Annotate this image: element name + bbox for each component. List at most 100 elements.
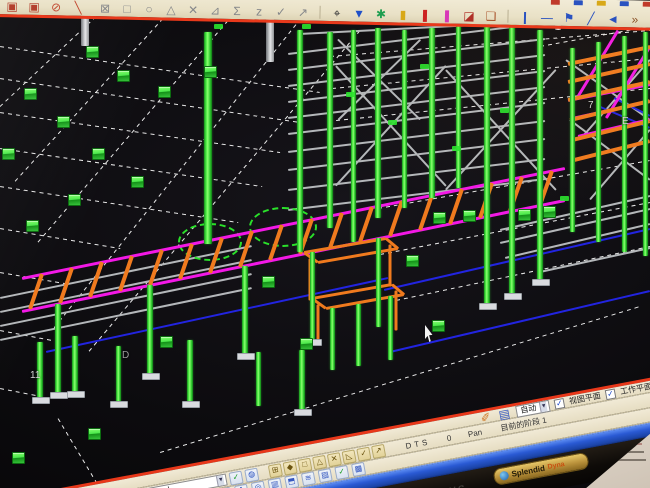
mask-icon[interactable]: ◪ [461,9,476,23]
footing-cube[interactable] [433,212,446,224]
orange-frame[interactable] [395,290,398,330]
check-icon[interactable]: ✓ [273,5,288,19]
snap-mid-icon[interactable]: □ [297,457,312,472]
footing-cube[interactable] [2,148,15,160]
flag-icon[interactable]: ⚑ [561,11,576,25]
footing-cube[interactable] [463,210,476,222]
footing-cube[interactable] [204,66,217,78]
green-column[interactable] [509,22,515,296]
select-hatch-icon[interactable]: ▨ [318,468,333,483]
footing-cube[interactable] [88,428,101,440]
green-column[interactable] [429,28,435,198]
green-column[interactable] [147,285,153,375]
green-column[interactable] [327,32,333,228]
select-ok-icon[interactable]: ✓ [334,465,349,480]
work-plane-checkbox[interactable]: ✓ [605,388,617,400]
snap-points-icon[interactable]: ⊞ [268,463,283,478]
green-column[interactable] [330,308,335,370]
orange-beam[interactable] [358,206,374,242]
orange-beam[interactable] [574,139,650,162]
green-column[interactable] [256,352,261,406]
footing-cube[interactable] [160,336,173,348]
footing-cube[interactable] [131,176,144,188]
chevron-down-icon[interactable]: ▾ [216,475,224,486]
green-column[interactable] [116,346,121,402]
snap-line-icon[interactable]: ✓ [356,446,371,461]
select-rebar-icon[interactable]: ◎ [251,481,266,488]
triangle-icon[interactable]: △ [163,3,178,17]
crossed-rect-icon[interactable]: ⊠ [97,1,112,15]
green-column[interactable] [310,252,315,341]
green-column[interactable] [356,304,361,366]
red-pin-icon[interactable]: ❚ [417,8,432,22]
green-column[interactable] [484,24,490,306]
zed-icon[interactable]: z [251,4,266,18]
footing-cube[interactable] [432,320,445,332]
footing-cube[interactable] [117,70,130,82]
footing-cube[interactable] [86,46,99,58]
binoculars-icon[interactable]: ⌖ [329,6,344,20]
ok-icon[interactable]: ✓ [228,470,243,485]
green-column[interactable] [402,30,407,208]
select-fill-icon[interactable]: ▩ [351,462,366,477]
snap-perp-icon[interactable]: ◺ [341,449,356,464]
green-column[interactable] [55,304,61,394]
green-column[interactable] [299,350,305,410]
circle-icon[interactable]: ○ [141,2,156,16]
orange-frame[interactable] [389,244,392,286]
footing-cube[interactable] [68,194,81,206]
arrow-ne-icon[interactable]: ↗ [295,5,310,19]
snap-intersect-icon[interactable]: ✕ [327,452,342,467]
green-column[interactable] [242,266,248,355]
footing-cube[interactable] [92,148,105,160]
footing-cube[interactable] [406,255,419,267]
magenta-pin-icon[interactable]: ❚ [439,8,454,22]
red-part2-icon[interactable]: ▣ [26,0,41,14]
pen-icon[interactable]: ✐ [477,409,494,426]
footing-cube[interactable] [300,338,313,350]
select-plane-icon[interactable]: ▥ [267,477,282,488]
red-circle-icon[interactable]: ⊘ [48,0,63,14]
view-plane-checkbox[interactable]: ✓ [554,398,566,410]
footing-cube[interactable] [518,209,531,221]
snap-end-icon[interactable]: △ [312,454,327,469]
green-column[interactable] [187,340,193,402]
footing-cube[interactable] [57,116,70,128]
dash-icon[interactable]: — [539,10,554,24]
snap-any-icon[interactable]: ↗ [371,443,386,458]
green-column[interactable] [204,32,212,244]
clip-plane-icon[interactable]: ▼ [351,6,366,20]
beam-icon[interactable]: ❙ [517,10,532,24]
footing-cube[interactable] [158,86,171,98]
green-column[interactable] [570,48,575,232]
yellow-note-icon[interactable]: ▮ [395,7,410,21]
gray-beam[interactable] [505,223,650,259]
blue-line[interactable] [46,277,388,353]
green-column[interactable] [297,30,303,252]
green-column[interactable] [376,238,381,327]
footing-cube[interactable] [26,220,39,232]
globe-icon[interactable]: ◍ [244,467,259,482]
green-column[interactable] [375,28,381,218]
sigma-icon[interactable]: Σ [229,4,244,18]
paw-icon[interactable]: ✱ [373,7,388,21]
green-column[interactable] [643,32,648,256]
book-icon[interactable]: ▤ [496,405,513,422]
select-wave-icon[interactable]: ≋ [301,471,316,486]
footing-cube[interactable] [543,206,556,218]
green-column[interactable] [72,336,78,393]
fast-forward-icon[interactable]: » [627,12,642,26]
copy-icon[interactable]: ❏ [483,9,498,23]
arrow-left-icon[interactable]: ◄ [605,12,620,26]
green-column[interactable] [456,26,461,188]
chevron-down-icon[interactable]: ▾ [539,401,547,412]
green-column[interactable] [596,42,601,242]
corner-icon[interactable]: ⊿ [207,3,222,17]
slash-icon[interactable]: ╱ [583,11,598,25]
red-line-icon[interactable]: ╲ [70,1,85,15]
rect-icon[interactable]: □ [119,2,134,16]
green-column[interactable] [537,30,543,282]
green-column[interactable] [388,296,393,360]
green-column[interactable] [622,36,627,252]
green-column[interactable] [351,30,356,242]
